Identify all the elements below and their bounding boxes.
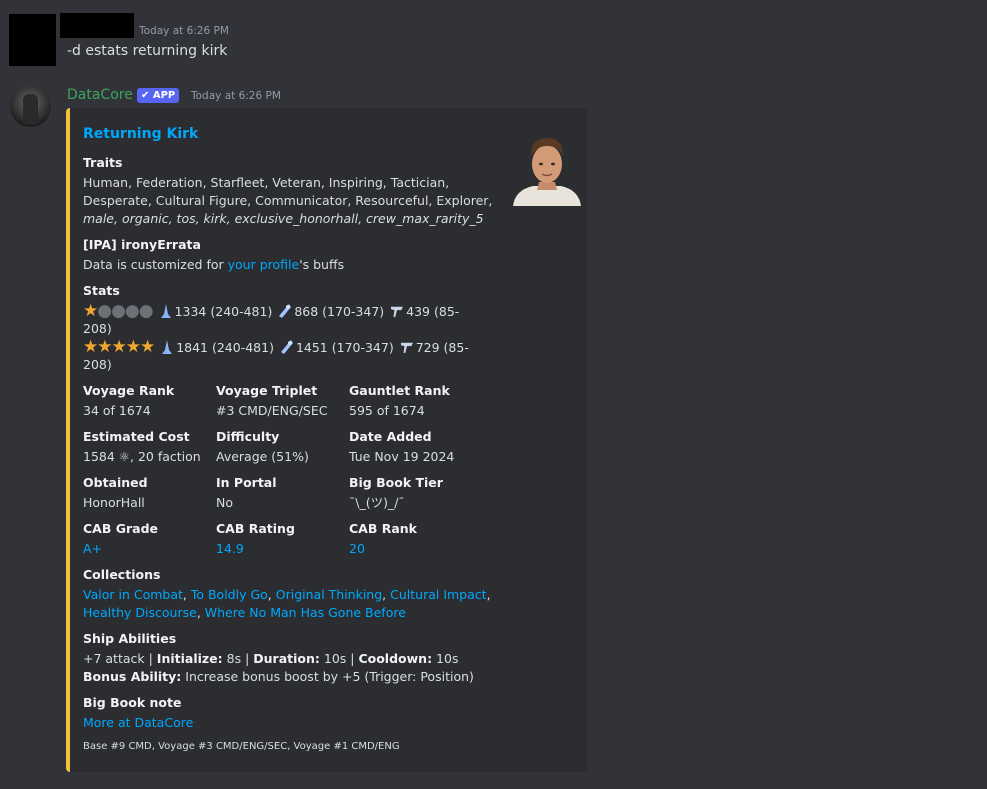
collection-link[interactable]: Cultural Impact xyxy=(390,587,486,602)
cooldown-value: 10s xyxy=(432,651,459,666)
collection-link[interactable]: Where No Man Has Gone Before xyxy=(205,605,406,620)
stats-row-1-wrap: 208) xyxy=(83,321,112,336)
field-value: 595 of 1674 xyxy=(349,403,425,418)
bonus-ability-value: Increase bonus boost by +5 (Trigger: Pos… xyxy=(181,669,474,684)
crew-portrait-image xyxy=(513,138,581,206)
security-skill-icon xyxy=(391,306,404,317)
datacore-link[interactable]: More at DataCore xyxy=(83,714,193,732)
field-name: Gauntlet Rank xyxy=(349,383,450,398)
field-name: CAB Rank xyxy=(349,521,417,536)
stats-row-2: ★★★★★ 1841 (240-481) 1451 (170-347) 729 … xyxy=(83,338,469,357)
field-value: Average (51%) xyxy=(216,449,309,464)
message-text: -d estats returning kirk xyxy=(67,43,228,59)
field-name: Estimated Cost xyxy=(83,429,190,444)
bonus-ability-label: Bonus Ability: xyxy=(83,669,182,684)
command-skill-icon xyxy=(162,340,173,354)
big-book-label: Big Book note xyxy=(83,695,182,710)
field-value: 34 of 1674 xyxy=(83,403,151,418)
cooldown-label: Cooldown: xyxy=(358,651,433,666)
traits-line-3: male, organic, tos, kirk, exclusive_hono… xyxy=(83,211,484,226)
collection-link[interactable]: To Boldly Go xyxy=(191,587,268,602)
collection-link[interactable]: Original Thinking xyxy=(276,587,382,602)
field-value: ¯\_(ツ)_/¯ xyxy=(349,495,405,510)
cmd-value: 1334 (240-481) xyxy=(174,304,273,319)
field-value: #3 CMD/ENG/SEC xyxy=(216,403,328,418)
embed-title[interactable]: Returning Kirk xyxy=(83,126,198,142)
stats-row-2-wrap: 208) xyxy=(83,357,112,372)
field-value: 1584 ⚛, 20 faction xyxy=(83,449,201,464)
field-name: Difficulty xyxy=(216,429,280,444)
ship-abilities-label: Ship Abilities xyxy=(83,631,177,646)
app-badge: ✔ APP xyxy=(137,88,180,103)
field-name: Voyage Rank xyxy=(83,383,175,398)
cab-rating-link[interactable]: 14.9 xyxy=(216,540,244,558)
collections-label: Collections xyxy=(83,567,161,582)
message-timestamp: Today at 6:26 PM xyxy=(139,25,229,37)
field-value: Tue Nov 19 2024 xyxy=(349,449,455,464)
command-skill-icon xyxy=(160,304,171,318)
cab-grade-link[interactable]: A+ xyxy=(83,540,102,558)
field-name: In Portal xyxy=(216,475,277,490)
message-timestamp: Today at 6:26 PM xyxy=(191,90,281,102)
security-skill-icon xyxy=(400,342,413,353)
collections-line-1: Valor in Combat, To Boldly Go, Original … xyxy=(83,587,491,602)
initialize-value: 8s | xyxy=(222,651,254,666)
profile-suffix: 's buffs xyxy=(299,257,345,272)
ship-abilities-line: +7 attack | Initialize: 8s | Duration: 1… xyxy=(83,650,458,668)
eng-value: 868 (170-347) xyxy=(294,304,385,319)
bot-username[interactable]: DataCore xyxy=(67,87,133,103)
field-name: CAB Rating xyxy=(216,521,295,536)
field-value: No xyxy=(216,495,233,510)
profile-note: Data is customized for your profile's bu… xyxy=(83,256,344,274)
engineering-skill-icon xyxy=(279,304,292,318)
sec-value: 439 (85- xyxy=(406,304,460,319)
field-name: Date Added xyxy=(349,429,432,444)
bot-avatar[interactable] xyxy=(10,86,51,127)
traits-line-1: Human, Federation, Starfleet, Veteran, I… xyxy=(83,175,450,190)
profile-link[interactable]: your profile xyxy=(228,257,300,272)
stats-label: Stats xyxy=(83,283,120,298)
traits-line-2: Desperate, Cultural Figure, Communicator… xyxy=(83,193,493,208)
profile-label: [IPA] ironyErrata xyxy=(83,237,201,252)
collections-line-2: Healthy Discourse, Where No Man Has Gone… xyxy=(83,605,406,620)
embed-card: Returning Kirk Traits Human, Federation,… xyxy=(66,108,587,772)
duration-label: Duration: xyxy=(253,651,320,666)
field-name: Voyage Triplet xyxy=(216,383,318,398)
field-name: Obtained xyxy=(83,475,148,490)
star-filled-icon: ★ xyxy=(83,301,98,321)
cab-rank-link[interactable]: 20 xyxy=(349,540,365,558)
profile-prefix: Data is customized for xyxy=(83,257,228,272)
duration-value: 10s | xyxy=(319,651,359,666)
traits-label: Traits xyxy=(83,155,123,170)
collection-link[interactable]: Healthy Discourse xyxy=(83,605,197,620)
field-value: HonorHall xyxy=(83,495,145,510)
cmd-value: 1841 (240-481) xyxy=(176,340,274,355)
field-name: Big Book Tier xyxy=(349,475,443,490)
embed-footer: Base #9 CMD, Voyage #3 CMD/ENG/SEC, Voya… xyxy=(83,741,400,752)
engineering-skill-icon xyxy=(280,340,293,354)
ship-attack: +7 attack | xyxy=(83,651,157,666)
initialize-label: Initialize: xyxy=(156,651,223,666)
username-redacted[interactable] xyxy=(60,13,134,38)
sec-value: 729 (85- xyxy=(415,340,469,355)
user-avatar-redacted[interactable] xyxy=(9,14,56,66)
eng-value: 1451 (170-347) xyxy=(295,340,394,355)
collection-link[interactable]: Valor in Combat xyxy=(83,587,183,602)
field-name: CAB Grade xyxy=(83,521,159,536)
stars-filled-icon: ★★★★★ xyxy=(83,337,155,357)
star-empty-icon: ●●●● xyxy=(97,301,153,321)
bonus-ability-line: Bonus Ability: Increase bonus boost by +… xyxy=(83,668,474,686)
stats-row-1: ★●●●● 1334 (240-481) 868 (170-347) 439 (… xyxy=(83,302,459,321)
